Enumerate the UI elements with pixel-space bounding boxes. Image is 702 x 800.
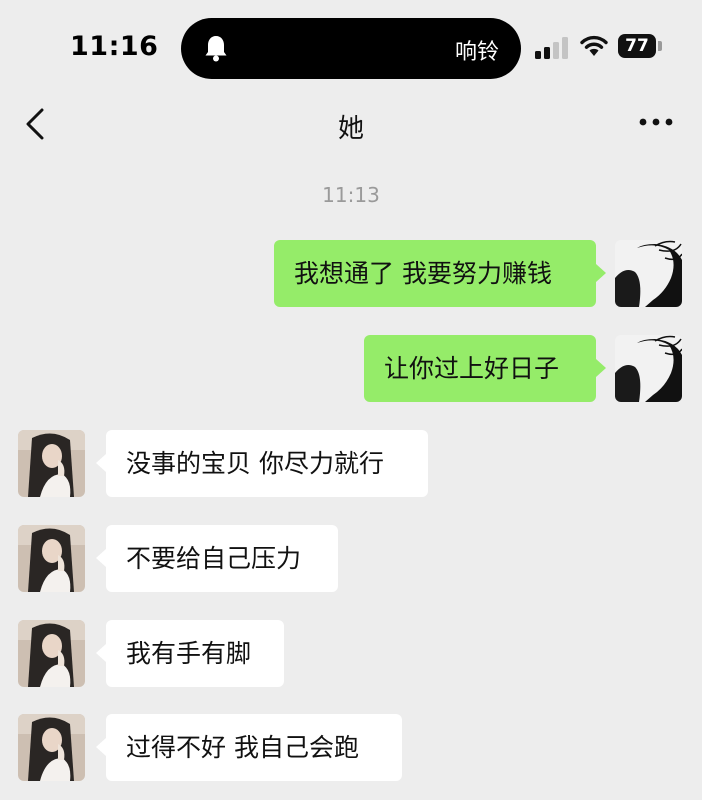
bubble-tail bbox=[96, 644, 106, 662]
chat-title: 她 bbox=[337, 114, 364, 144]
ring-mode-label: 响铃 bbox=[454, 40, 499, 65]
message-row-incoming: 没事的宝贝 你尽力就行 bbox=[18, 430, 430, 497]
avatar-image bbox=[615, 240, 682, 307]
more-dots-icon[interactable] bbox=[638, 114, 674, 130]
bubble-tail bbox=[596, 264, 606, 282]
dynamic-island[interactable]: 响铃 bbox=[181, 18, 521, 79]
avatar-image bbox=[18, 525, 85, 592]
message-row-outgoing: 让你过上好日子 bbox=[364, 335, 684, 402]
message-timestamp: 11:13 bbox=[322, 183, 380, 207]
incoming-message-bubble[interactable]: 我有手有脚 bbox=[106, 620, 284, 687]
outgoing-message-bubble[interactable]: 让你过上好日子 bbox=[364, 335, 596, 402]
contact-avatar[interactable] bbox=[18, 525, 85, 592]
message-row-incoming: 不要给自己压力 bbox=[18, 525, 340, 592]
incoming-message-bubble[interactable]: 没事的宝贝 你尽力就行 bbox=[106, 430, 428, 497]
incoming-message-bubble[interactable]: 过得不好 我自己会跑 bbox=[106, 714, 402, 781]
bubble-tail bbox=[96, 549, 106, 567]
bubble-tail bbox=[96, 454, 106, 472]
bubble-tail bbox=[96, 738, 106, 756]
avatar-image bbox=[615, 335, 682, 402]
incoming-message-bubble[interactable]: 不要给自己压力 bbox=[106, 525, 338, 592]
outgoing-message-bubble[interactable]: 我想通了 我要努力赚钱 bbox=[274, 240, 596, 307]
contact-avatar[interactable] bbox=[18, 714, 85, 781]
bell-icon bbox=[205, 36, 227, 62]
avatar-image bbox=[18, 620, 85, 687]
contact-avatar[interactable] bbox=[18, 430, 85, 497]
message-row-incoming: 我有手有脚 bbox=[18, 620, 286, 687]
message-row-outgoing: 我想通了 我要努力赚钱 bbox=[274, 240, 684, 307]
cellular-signal-icon bbox=[535, 37, 568, 59]
avatar-image bbox=[18, 430, 85, 497]
my-avatar[interactable] bbox=[615, 240, 682, 307]
bubble-tail bbox=[596, 359, 606, 377]
battery-indicator: 77 bbox=[618, 34, 656, 58]
status-time: 11:16 bbox=[70, 31, 159, 62]
contact-avatar[interactable] bbox=[18, 620, 85, 687]
message-row-incoming: 过得不好 我自己会跑 bbox=[18, 714, 404, 781]
wifi-icon bbox=[580, 35, 608, 56]
my-avatar[interactable] bbox=[615, 335, 682, 402]
battery-tip bbox=[658, 41, 662, 51]
avatar-image bbox=[18, 714, 85, 781]
